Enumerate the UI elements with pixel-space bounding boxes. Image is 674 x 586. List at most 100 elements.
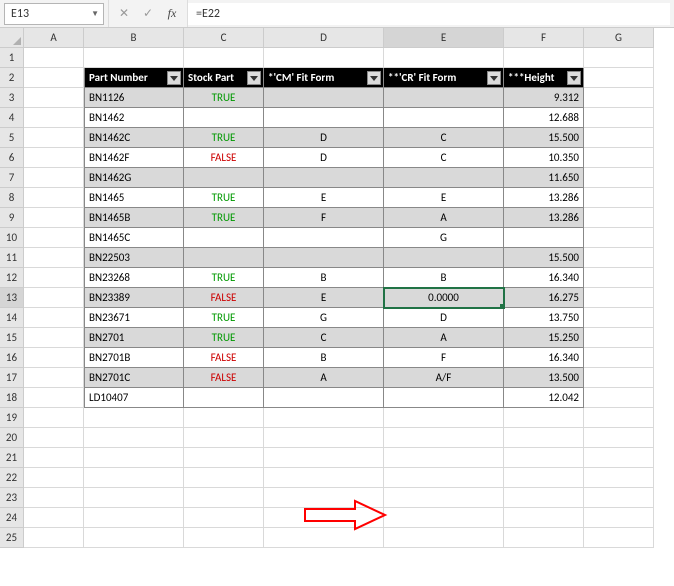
cell[interactable] — [264, 48, 384, 68]
cell[interactable] — [384, 428, 504, 448]
cm-fit-cell[interactable]: A — [264, 368, 384, 388]
cell[interactable] — [24, 528, 84, 548]
row-header[interactable]: 4 — [0, 108, 24, 128]
cell[interactable] — [24, 168, 84, 188]
height-cell[interactable] — [504, 228, 584, 248]
cell[interactable] — [24, 208, 84, 228]
filter-dropdown-icon[interactable] — [167, 71, 181, 85]
cell[interactable] — [264, 468, 384, 488]
cr-fit-cell[interactable]: F — [384, 348, 504, 368]
cm-fit-cell[interactable] — [264, 88, 384, 108]
column-header[interactable]: A — [24, 28, 84, 48]
cell[interactable] — [584, 228, 654, 248]
cell[interactable] — [584, 388, 654, 408]
cell[interactable] — [384, 48, 504, 68]
fx-icon[interactable]: fx — [161, 4, 183, 24]
stock-cell[interactable]: FALSE — [184, 288, 264, 308]
cell[interactable] — [384, 528, 504, 548]
row-header[interactable]: 3 — [0, 88, 24, 108]
cell[interactable] — [584, 508, 654, 528]
part-number-cell[interactable]: BN1465B — [84, 208, 184, 228]
row-header[interactable]: 11 — [0, 248, 24, 268]
cell[interactable] — [584, 148, 654, 168]
row-header[interactable]: 24 — [0, 508, 24, 528]
row-header[interactable]: 23 — [0, 488, 24, 508]
cell[interactable] — [584, 268, 654, 288]
cr-fit-cell[interactable] — [384, 168, 504, 188]
cr-fit-cell[interactable]: A/F — [384, 368, 504, 388]
table-header[interactable]: **'CR' Fit Form — [384, 68, 504, 88]
stock-cell[interactable] — [184, 168, 264, 188]
cell[interactable] — [24, 308, 84, 328]
part-number-cell[interactable]: BN1462 — [84, 108, 184, 128]
filter-dropdown-icon[interactable] — [247, 71, 261, 85]
cm-fit-cell[interactable]: E — [264, 288, 384, 308]
part-number-cell[interactable]: BN22503 — [84, 248, 184, 268]
row-header[interactable]: 20 — [0, 428, 24, 448]
cell[interactable] — [24, 188, 84, 208]
cell[interactable] — [584, 128, 654, 148]
cell[interactable] — [84, 528, 184, 548]
filter-dropdown-icon[interactable] — [567, 71, 581, 85]
cell[interactable] — [504, 508, 584, 528]
row-header[interactable]: 5 — [0, 128, 24, 148]
cell[interactable] — [184, 488, 264, 508]
stock-cell[interactable]: TRUE — [184, 328, 264, 348]
row-header[interactable]: 8 — [0, 188, 24, 208]
chevron-down-icon[interactable]: ▼ — [91, 9, 99, 19]
cell[interactable] — [584, 108, 654, 128]
row-header[interactable]: 10 — [0, 228, 24, 248]
cell[interactable] — [384, 468, 504, 488]
spreadsheet-grid[interactable]: ABCDEFG12Part NumberStock Part*'CM' Fit … — [0, 28, 674, 548]
cell[interactable] — [584, 48, 654, 68]
stock-cell[interactable]: TRUE — [184, 128, 264, 148]
stock-cell[interactable]: TRUE — [184, 208, 264, 228]
cell[interactable] — [184, 428, 264, 448]
cell[interactable] — [84, 488, 184, 508]
cr-fit-cell[interactable]: A — [384, 208, 504, 228]
cell[interactable] — [584, 408, 654, 428]
cell[interactable] — [84, 448, 184, 468]
height-cell[interactable]: 9.312 — [504, 88, 584, 108]
cell[interactable] — [24, 328, 84, 348]
cell[interactable] — [184, 448, 264, 468]
accept-formula-button[interactable]: ✓ — [137, 4, 159, 24]
height-cell[interactable]: 15.500 — [504, 128, 584, 148]
cell[interactable] — [24, 88, 84, 108]
cell[interactable] — [84, 408, 184, 428]
part-number-cell[interactable]: BN1462C — [84, 128, 184, 148]
part-number-cell[interactable]: BN1126 — [84, 88, 184, 108]
cr-fit-cell[interactable]: A — [384, 328, 504, 348]
height-cell[interactable]: 15.250 — [504, 328, 584, 348]
cell[interactable] — [504, 528, 584, 548]
cm-fit-cell[interactable]: B — [264, 348, 384, 368]
height-cell[interactable]: 13.500 — [504, 368, 584, 388]
height-cell[interactable]: 13.286 — [504, 188, 584, 208]
part-number-cell[interactable]: BN1462G — [84, 168, 184, 188]
cell[interactable] — [504, 428, 584, 448]
part-number-cell[interactable]: BN2701C — [84, 368, 184, 388]
part-number-cell[interactable]: BN1462F — [84, 148, 184, 168]
cell[interactable] — [24, 68, 84, 88]
row-header[interactable]: 17 — [0, 368, 24, 388]
formula-input[interactable]: =E22 — [188, 3, 670, 25]
cell[interactable] — [24, 368, 84, 388]
cell[interactable] — [24, 448, 84, 468]
column-header[interactable]: G — [584, 28, 654, 48]
cell[interactable] — [264, 528, 384, 548]
cell[interactable] — [584, 528, 654, 548]
filter-dropdown-icon[interactable] — [367, 71, 381, 85]
part-number-cell[interactable]: BN23671 — [84, 308, 184, 328]
height-cell[interactable]: 11.650 — [504, 168, 584, 188]
cell[interactable] — [584, 328, 654, 348]
table-header[interactable]: Part Number — [84, 68, 184, 88]
cr-fit-cell[interactable]: B — [384, 268, 504, 288]
cell[interactable] — [584, 348, 654, 368]
stock-cell[interactable]: FALSE — [184, 368, 264, 388]
cell[interactable] — [504, 488, 584, 508]
cr-fit-cell[interactable] — [384, 388, 504, 408]
stock-cell[interactable]: TRUE — [184, 308, 264, 328]
cell[interactable] — [584, 88, 654, 108]
column-header[interactable]: B — [84, 28, 184, 48]
cm-fit-cell[interactable]: F — [264, 208, 384, 228]
